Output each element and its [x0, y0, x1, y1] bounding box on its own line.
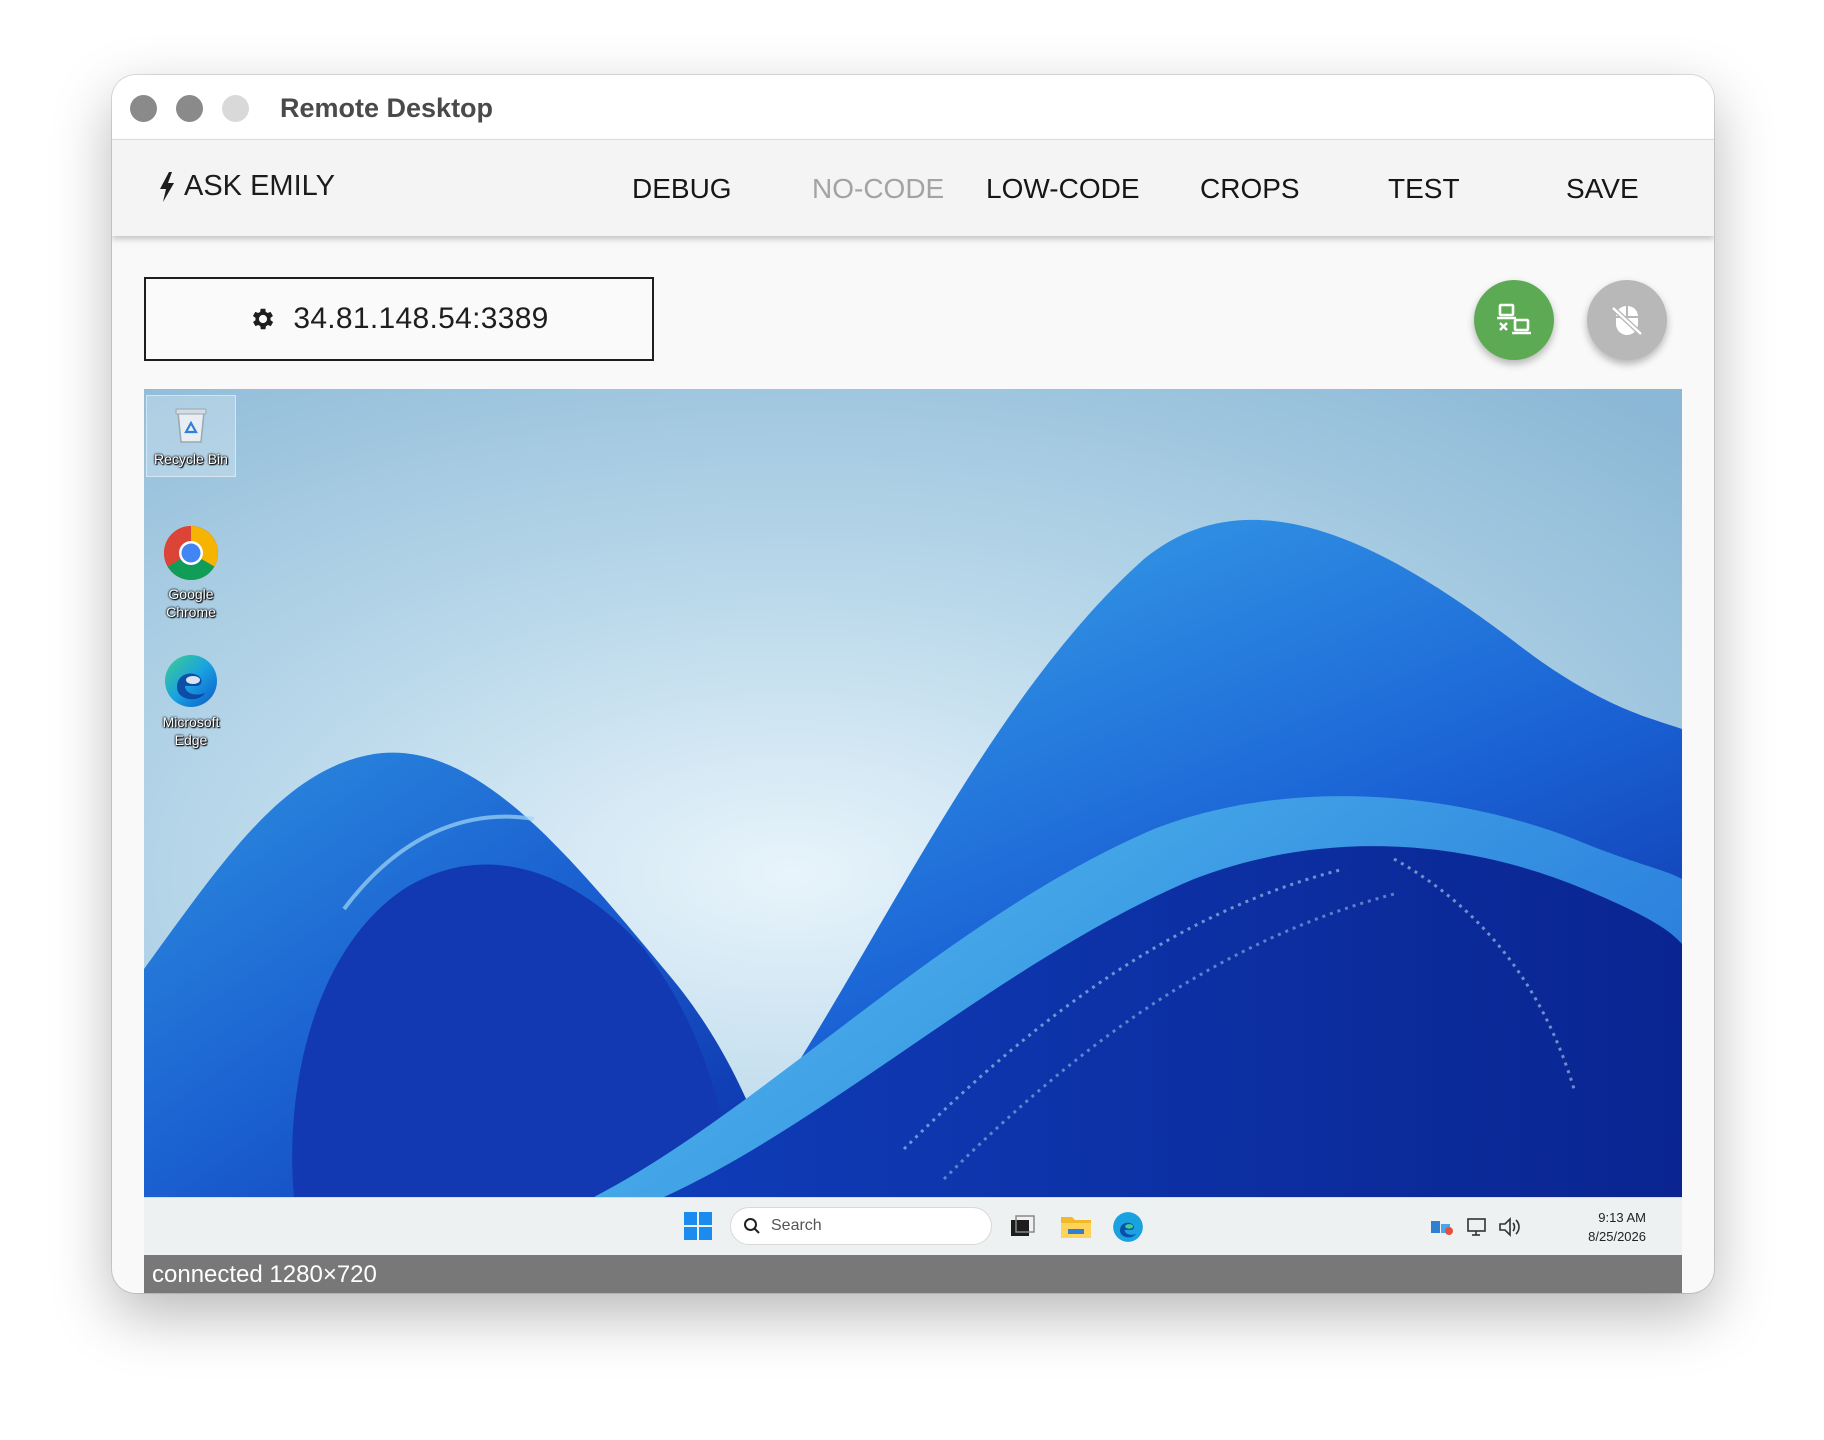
recycle-bin-icon [175, 408, 207, 443]
chrome-label-line1: Google [168, 586, 214, 602]
gear-icon [253, 308, 274, 330]
network-disconnect-icon [1497, 303, 1531, 335]
edge-icon [1113, 1212, 1143, 1242]
save-tab[interactable]: SAVE [1566, 172, 1639, 206]
windows-start-icon [684, 1212, 712, 1240]
title-bar: Remote Desktop [112, 75, 1714, 140]
minimize-window-button[interactable] [176, 95, 203, 122]
taskbar-clock[interactable]: 9:13 AM 8/25/2026 [1564, 1208, 1646, 1246]
disconnect-button[interactable] [1474, 280, 1554, 360]
search-icon [744, 1218, 760, 1234]
connection-address: 34.81.148.54:3389 [293, 302, 549, 335]
desktop-wallpaper [144, 389, 1682, 1197]
lightning-bolt-icon [160, 171, 174, 202]
recycle-bin-label: Recycle Bin [154, 451, 228, 467]
edge-icon [165, 655, 217, 707]
folder-icon [1061, 1217, 1091, 1238]
search-placeholder: Search [771, 1217, 822, 1234]
desktop-icon-microsoft-edge[interactable]: Microsoft Edge [146, 653, 236, 749]
test-tab[interactable]: TEST [1388, 172, 1460, 206]
remote-desktop-view[interactable]: Recycle Bin Google Chrome Microsoft Edge [144, 389, 1682, 1197]
ask-emily-button[interactable]: ASK EMILY [158, 170, 335, 203]
task-view-button[interactable] [1010, 1214, 1036, 1243]
remote-desktop-window: Remote Desktop ASK EMILY DEBUG NO-CODE L… [112, 75, 1714, 1293]
speaker-icon [1499, 1217, 1520, 1237]
remote-taskbar: Search 9:13 AM 8/25/2026 [144, 1197, 1682, 1256]
mouse-off-icon [1611, 306, 1643, 336]
toolbar: ASK EMILY DEBUG NO-CODE LOW-CODE CROPS T… [112, 140, 1714, 236]
network-status-button[interactable] [1466, 1216, 1488, 1243]
volume-button[interactable] [1498, 1216, 1522, 1243]
edge-label-line2: Edge [174, 732, 208, 748]
edge-taskbar-button[interactable] [1112, 1211, 1144, 1248]
file-explorer-button[interactable] [1060, 1212, 1092, 1245]
network-icon [1467, 1218, 1486, 1236]
clock-time: 9:13 AM [1598, 1210, 1646, 1225]
desktop-icon-recycle-bin[interactable]: Recycle Bin [146, 395, 236, 477]
crops-tab[interactable]: CROPS [1200, 172, 1300, 206]
mouse-toggle-button[interactable] [1587, 280, 1667, 360]
low-code-tab[interactable]: LOW-CODE [986, 172, 1140, 206]
maximize-window-button[interactable] [222, 95, 249, 122]
debug-tab[interactable]: DEBUG [632, 172, 732, 206]
close-window-button[interactable] [130, 95, 157, 122]
ask-emily-label: ASK EMILY [184, 170, 335, 202]
tray-apps-button[interactable] [1430, 1218, 1454, 1241]
desktop-icon-google-chrome[interactable]: Google Chrome [146, 525, 236, 621]
chrome-label-line2: Chrome [166, 604, 216, 620]
connection-address-field[interactable]: 34.81.148.54:3389 [144, 277, 654, 361]
connection-status-bar: connected 1280×720 [144, 1255, 1682, 1293]
clock-date: 8/25/2026 [1588, 1229, 1646, 1244]
taskbar-search-box[interactable]: Search [730, 1207, 992, 1245]
no-code-tab[interactable]: NO-CODE [812, 172, 944, 206]
window-title: Remote Desktop [280, 93, 494, 123]
tray-apps-icon [1431, 1221, 1453, 1235]
edge-label-line1: Microsoft [162, 714, 220, 730]
start-button[interactable] [684, 1212, 712, 1245]
task-view-icon [1011, 1215, 1035, 1236]
chrome-icon [163, 526, 219, 581]
connection-status-text: connected 1280×720 [152, 1261, 377, 1288]
